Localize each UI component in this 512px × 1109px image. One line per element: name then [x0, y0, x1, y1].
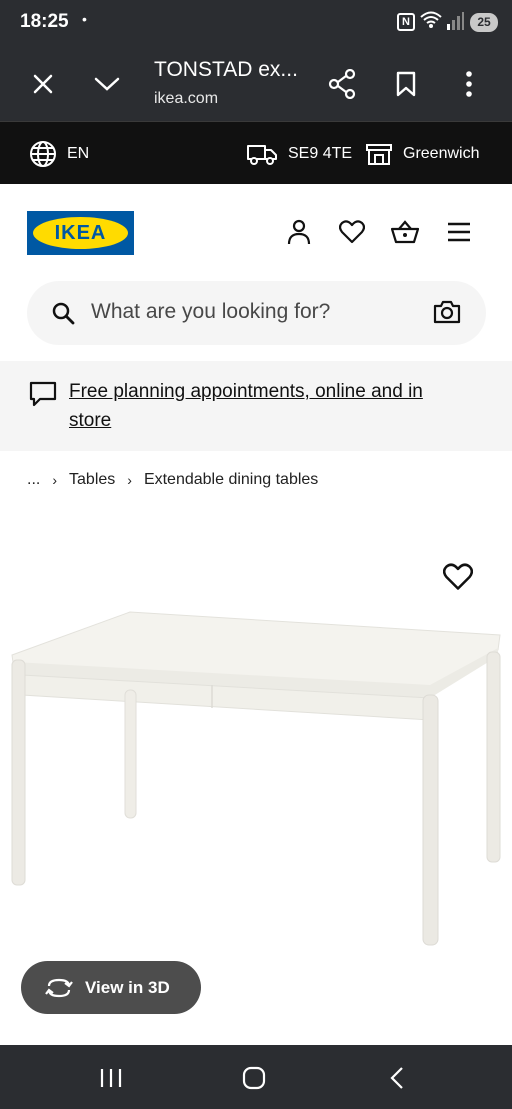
view-in-3d-label: View in 3D [85, 977, 170, 997]
back-chevron-icon [390, 1067, 403, 1089]
user-icon [287, 219, 311, 245]
share-button[interactable] [324, 66, 360, 102]
close-icon [33, 74, 53, 94]
camera-icon [433, 300, 461, 324]
breadcrumb: ... › Tables › Extendable dining tables [27, 468, 318, 492]
add-to-favourites-button[interactable] [442, 563, 474, 596]
hamburger-icon [448, 222, 470, 242]
recent-apps-button[interactable] [98, 1065, 124, 1091]
chevron-right-icon: › [52, 472, 58, 488]
bookmark-button[interactable] [388, 66, 424, 102]
truck-icon [247, 144, 277, 165]
browser-chrome: 18:25 • N 25 TONSTAD ex... ikea.com [0, 0, 512, 121]
breadcrumb-ellipsis[interactable]: ... [27, 471, 40, 489]
minimize-button[interactable] [89, 66, 125, 102]
close-tab-button[interactable] [25, 66, 61, 102]
breadcrumb-extendable-dining-tables[interactable]: Extendable dining tables [144, 471, 318, 489]
ikea-logo[interactable]: IKEA [27, 211, 134, 255]
chat-bubble-icon [29, 381, 57, 412]
breadcrumb-tables[interactable]: Tables [69, 471, 115, 489]
back-button[interactable] [384, 1065, 410, 1091]
more-vertical-icon [466, 71, 472, 97]
planning-banner: Free planning appointments, online and i… [0, 361, 512, 451]
language-label: EN [67, 144, 90, 162]
wifi-icon [419, 10, 443, 35]
site-header: IKEA [0, 184, 512, 280]
bookmark-icon [396, 71, 416, 97]
globe-icon [30, 140, 56, 167]
status-time: 18:25 [20, 11, 69, 32]
status-bar: 18:25 • N 25 [0, 0, 512, 44]
heart-icon [442, 563, 474, 590]
store-icon [366, 143, 392, 165]
product-photo [11, 611, 501, 946]
system-nav-bar [0, 1045, 512, 1109]
search-input[interactable]: What are you looking for? [91, 300, 330, 324]
search-bar[interactable]: What are you looking for? [27, 281, 486, 345]
view-in-3d-button[interactable]: View in 3D [21, 961, 201, 1014]
nfc-icon: N [397, 13, 415, 31]
chevron-down-icon [94, 77, 120, 91]
search-icon [51, 301, 75, 330]
account-button[interactable] [283, 216, 315, 248]
store-label: Greenwich [403, 144, 480, 162]
planning-appointments-link[interactable]: Free planning appointments, online and i… [69, 377, 469, 435]
notification-dot: • [82, 11, 87, 27]
battery-indicator: 25 [470, 13, 498, 32]
location-bar: EN SE9 4TE Greenwich [0, 121, 512, 184]
camera-search-button[interactable] [433, 300, 461, 329]
logo-text: IKEA [54, 222, 107, 244]
heart-icon [339, 220, 365, 244]
store-selector[interactable]: Greenwich [365, 122, 479, 185]
postcode-label: SE9 4TE [288, 144, 353, 162]
page-domain[interactable]: ikea.com [154, 90, 218, 108]
basket-button[interactable] [389, 216, 421, 248]
signal-icon [446, 12, 464, 35]
home-button[interactable] [241, 1065, 267, 1091]
favourites-button[interactable] [336, 216, 368, 248]
page-title[interactable]: TONSTAD ex... [154, 58, 298, 82]
basket-icon [391, 220, 419, 244]
language-selector[interactable]: EN [29, 122, 89, 185]
chevron-right-icon: › [127, 472, 132, 488]
rotate-3d-icon [45, 978, 73, 997]
home-icon [242, 1066, 266, 1090]
recent-apps-icon [100, 1069, 122, 1087]
delivery-postcode[interactable]: SE9 4TE [246, 122, 352, 185]
share-icon [328, 69, 356, 99]
more-menu-button[interactable] [451, 66, 487, 102]
product-image-area: View in 3D [0, 530, 512, 1045]
menu-button[interactable] [443, 216, 475, 248]
url-bar: TONSTAD ex... ikea.com [0, 44, 512, 121]
